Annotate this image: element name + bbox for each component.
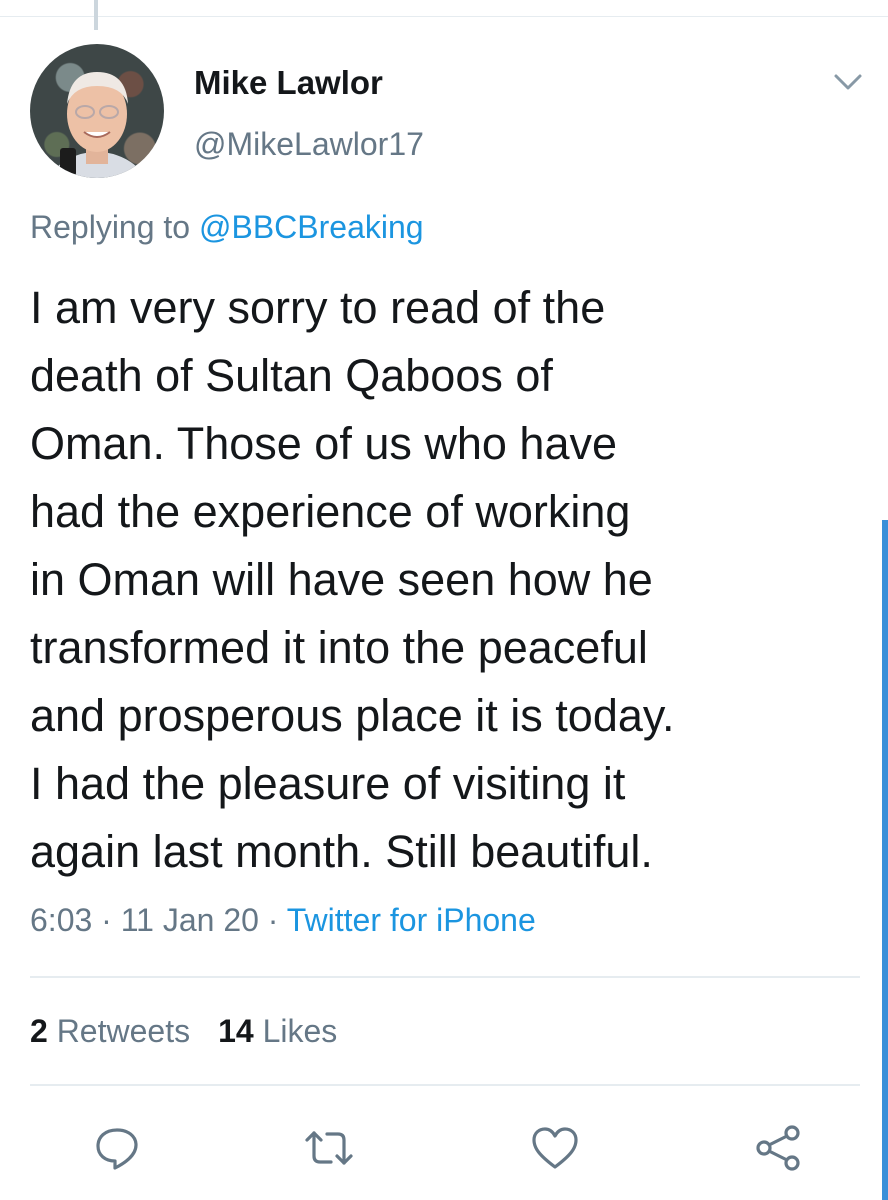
scrollbar[interactable] [882, 520, 888, 1200]
reply-icon [96, 1128, 138, 1170]
tweet-text-line: I had the pleasure of visiting it [30, 758, 626, 809]
share-icon [756, 1125, 800, 1171]
divider [30, 1084, 860, 1086]
replying-to: Replying to @BBCBreaking [30, 209, 424, 246]
tweet-text-line: Oman. Those of us who have [30, 418, 617, 469]
tweet-text: I am very sorry to read of the death of … [30, 274, 850, 886]
tweet-text-line: death of Sultan Qaboos of [30, 350, 553, 401]
tweet-text-line: had the experience of working [30, 486, 631, 537]
author-name[interactable]: Mike Lawlor [194, 64, 383, 102]
avatar-photo [48, 72, 146, 178]
likes-stat[interactable]: 14 Likes [218, 1013, 337, 1049]
retweets-count: 2 [30, 1013, 48, 1049]
author-handle[interactable]: @MikeLawlor17 [194, 126, 424, 163]
tweet-text-line: transformed it into the peaceful [30, 622, 648, 673]
share-button[interactable] [752, 1124, 804, 1172]
reply-button[interactable] [91, 1124, 143, 1172]
tweet-date: 11 Jan 20 [120, 902, 259, 938]
like-icon [532, 1127, 578, 1169]
thread-connector-line [94, 0, 98, 30]
tweet-stats: 2 Retweets 14 Likes [30, 1013, 337, 1050]
retweet-button[interactable] [303, 1124, 355, 1172]
likes-count: 14 [218, 1013, 254, 1049]
replying-prefix: Replying to [30, 209, 191, 245]
meta-separator: · [267, 902, 279, 938]
meta-separator: · [101, 902, 112, 938]
retweets-stat[interactable]: 2 Retweets [30, 1013, 190, 1049]
tweet-text-line: I am very sorry to read of the [30, 282, 606, 333]
tweet-text-line: in Oman will have seen how he [30, 554, 653, 605]
reply-mention-link[interactable]: @BBCBreaking [199, 209, 424, 245]
divider [30, 976, 860, 978]
retweets-label: Retweets [56, 1013, 191, 1049]
chevron-down-icon[interactable] [832, 68, 864, 96]
tweet-text-line: again last month. Still beautiful. [30, 826, 653, 877]
tweet-meta: 6:03 · 11 Jan 20 · Twitter for iPhone [30, 902, 536, 939]
tweet-time: 6:03 [30, 902, 93, 938]
like-button[interactable] [529, 1124, 581, 1172]
avatar[interactable] [30, 44, 164, 178]
tweet-source-link[interactable]: Twitter for iPhone [287, 902, 536, 938]
retweet-icon [305, 1131, 353, 1165]
top-divider [0, 16, 888, 17]
likes-label: Likes [262, 1013, 338, 1049]
tweet-text-line: and prosperous place it is today. [30, 690, 675, 741]
